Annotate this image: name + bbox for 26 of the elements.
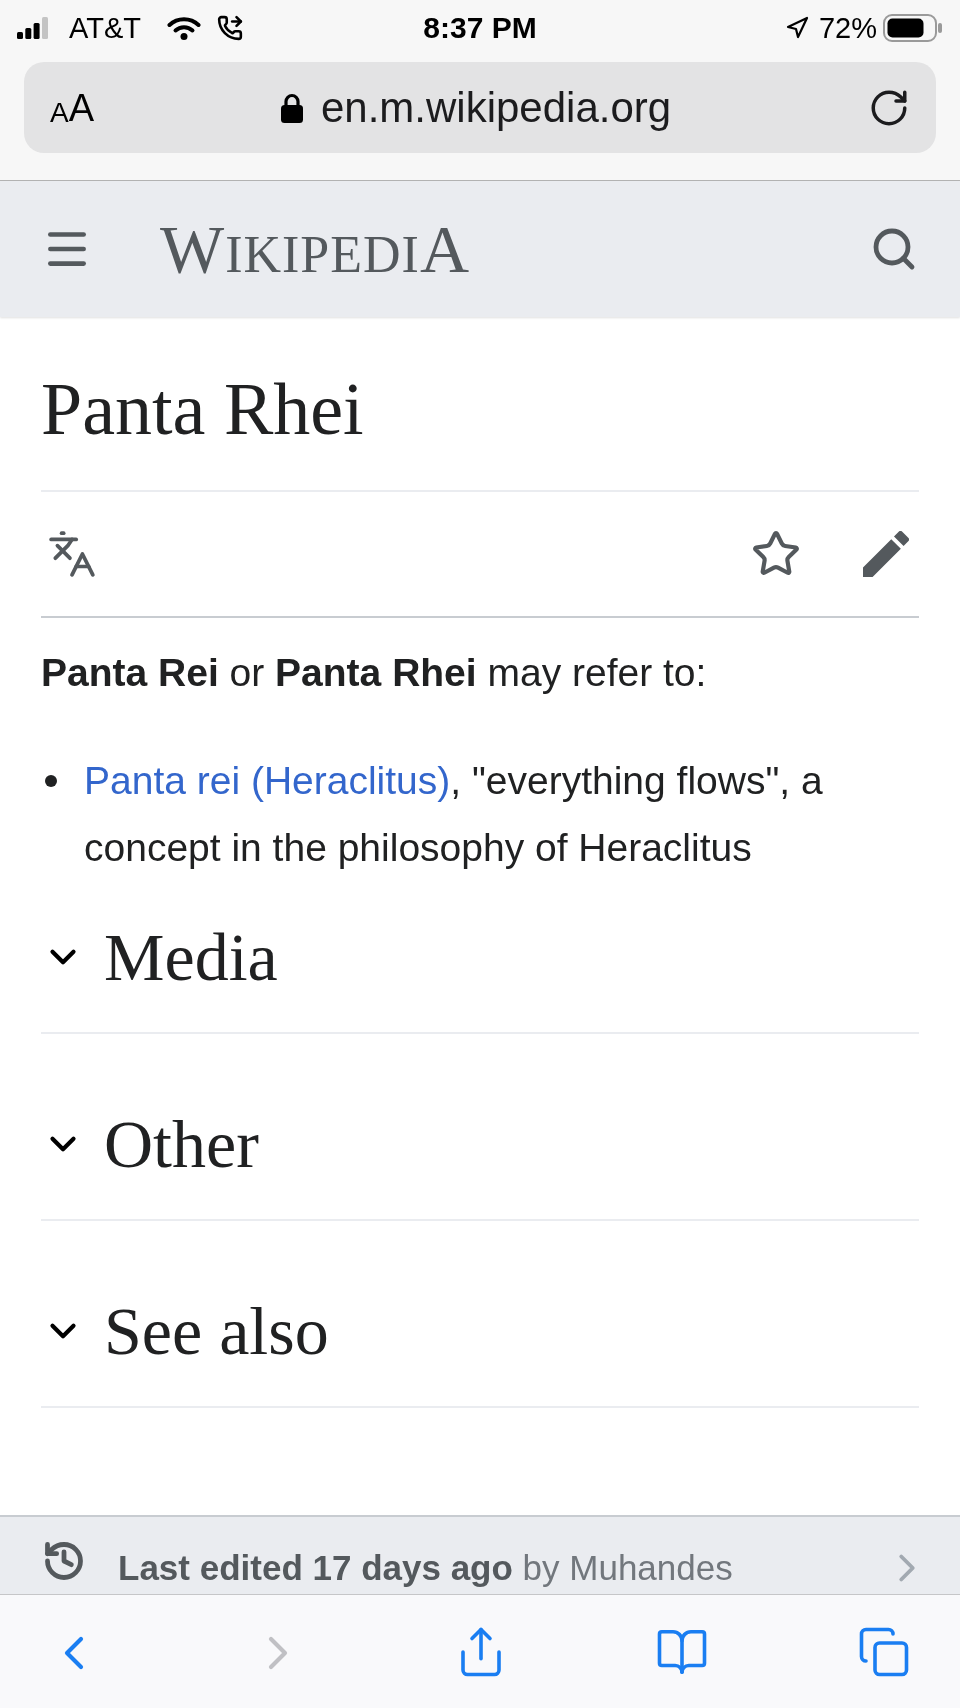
- list-item-text: Panta rei (Heraclitus), "everything flows", a concept in the philosophy of Heraclitus: [84, 758, 824, 871]
- section-heading[interactable]: Media: [41, 917, 278, 997]
- article-link[interactable]: Panta rei (Heraclitus): [84, 759, 451, 802]
- clock-time: 8:37 PM: [423, 13, 537, 43]
- intro-paragraph: Panta Rei or Panta Rhei may refer to:: [41, 650, 708, 696]
- url-text: en.m.wikipedia.org: [320, 86, 672, 129]
- signal-icon: [17, 17, 48, 39]
- history-icon: [42, 1539, 86, 1583]
- battery-icon: [883, 14, 943, 42]
- text-size-button[interactable]: AA: [50, 88, 95, 127]
- section-heading[interactable]: Other: [41, 1104, 259, 1184]
- wikipedia-wordmark[interactable]: WIKIPEDIA: [160, 215, 471, 283]
- translate-icon[interactable]: [47, 529, 97, 579]
- edit-pencil-icon[interactable]: [863, 531, 909, 577]
- carrier-name: AT&T: [69, 13, 141, 43]
- location-arrow-icon: [784, 16, 809, 40]
- wifi-icon: [166, 16, 201, 40]
- last-edited-text[interactable]: Last edited 17 days ago by Muhandes: [118, 1547, 733, 1589]
- article-title: Panta Rhei: [41, 367, 364, 452]
- battery-percent: 72%: [818, 13, 877, 43]
- address-bar[interactable]: AA en.m.wikipedia.org: [24, 62, 936, 153]
- tabs-icon[interactable]: [857, 1625, 911, 1679]
- bullet-icon: [45, 775, 57, 787]
- section-heading[interactable]: See also: [41, 1291, 329, 1371]
- phone-arrow-icon: [216, 15, 243, 41]
- lock-icon: [280, 92, 303, 123]
